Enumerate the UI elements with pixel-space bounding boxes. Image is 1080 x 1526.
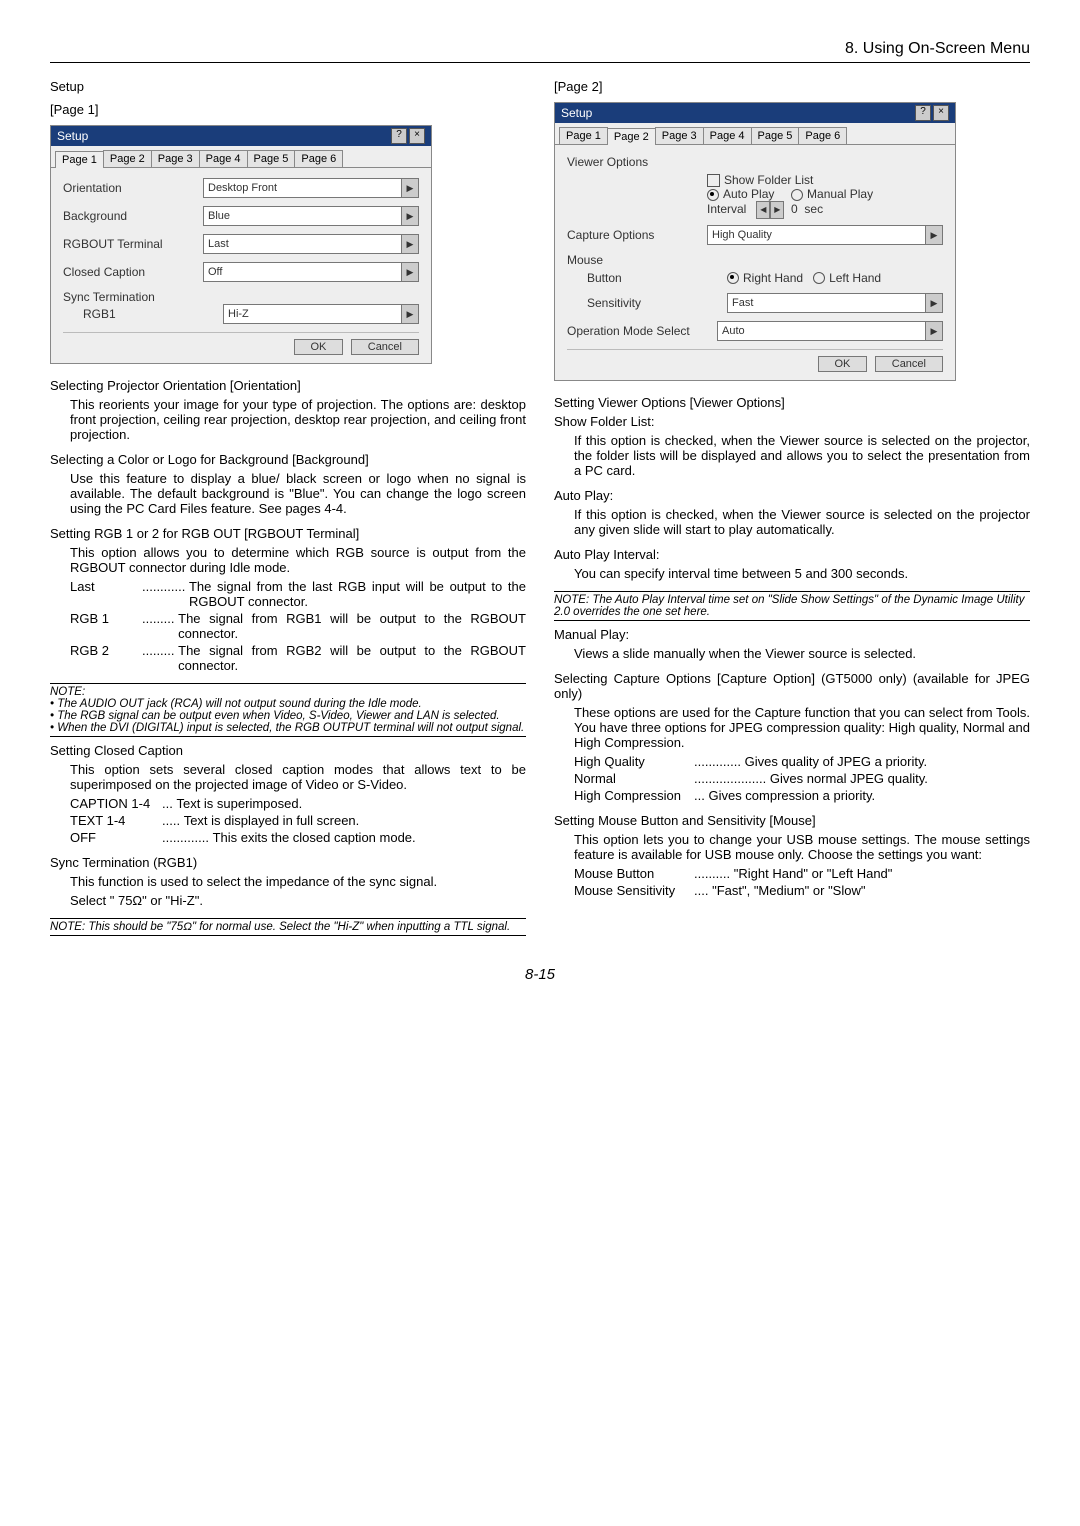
left-column: Setup [Page 1] Setup ? × Page 1 Page 2 P…: [50, 77, 526, 942]
rgbout-note: NOTE: • The AUDIO OUT jack (RCA) will no…: [50, 683, 526, 737]
dialog-title: Setup: [57, 129, 389, 143]
auto-play-radio[interactable]: [707, 189, 719, 201]
cc-body: This option sets several closed caption …: [50, 762, 526, 792]
mouse-body: This option lets you to change your USB …: [554, 832, 1030, 862]
tab-page3[interactable]: Page 3: [655, 127, 704, 144]
sync-note: NOTE: This should be "75Ω" for normal us…: [50, 918, 526, 936]
sensitivity-label: Sensitivity: [587, 296, 727, 310]
background-body: Use this feature to display a blue/ blac…: [50, 471, 526, 516]
rgbout-dropdown[interactable]: Last▶: [203, 234, 419, 254]
interval-spinner[interactable]: ◀▶: [756, 201, 784, 219]
mouse-label: Mouse: [567, 253, 943, 267]
dropdown-arrow-icon[interactable]: ▶: [925, 322, 942, 340]
background-dropdown[interactable]: Blue▶: [203, 206, 419, 226]
sync-body2: Select " 75Ω" or "Hi-Z".: [50, 893, 526, 908]
cc-head: Setting Closed Caption: [50, 743, 526, 758]
dropdown-arrow-icon[interactable]: ▶: [925, 226, 942, 244]
orientation-head: Selecting Projector Orientation [Orienta…: [50, 378, 526, 393]
tab-page6[interactable]: Page 6: [294, 150, 343, 167]
sync-dropdown[interactable]: Hi-Z▶: [223, 304, 419, 324]
cancel-button[interactable]: Cancel: [875, 356, 943, 372]
rgbout-head: Setting RGB 1 or 2 for RGB OUT [RGBOUT T…: [50, 526, 526, 541]
capture-label: Capture Options: [567, 228, 707, 242]
close-icon[interactable]: ×: [933, 105, 949, 121]
dropdown-arrow-icon[interactable]: ▶: [925, 294, 942, 312]
chapter-header: 8. Using On-Screen Menu: [50, 40, 1030, 63]
capture-body: These options are used for the Capture f…: [554, 705, 1030, 750]
sync-label: Sync Termination: [63, 290, 203, 304]
sensitivity-dropdown[interactable]: Fast▶: [727, 293, 943, 313]
manual-play-radio[interactable]: [791, 189, 803, 201]
api-note: NOTE: The Auto Play Interval time set on…: [554, 591, 1030, 621]
dropdown-arrow-icon[interactable]: ▶: [401, 263, 418, 281]
mouse-head: Setting Mouse Button and Sensitivity [Mo…: [554, 813, 1030, 828]
setup-title: Setup: [50, 79, 526, 94]
ap-head: Auto Play:: [554, 488, 1030, 503]
tab-page4[interactable]: Page 4: [703, 127, 752, 144]
sfl-body: If this option is checked, when the View…: [554, 433, 1030, 478]
sync-sub-label: RGB1: [83, 307, 223, 321]
background-head: Selecting a Color or Logo for Background…: [50, 452, 526, 467]
help-icon[interactable]: ?: [915, 105, 931, 121]
orientation-dropdown[interactable]: Desktop Front▶: [203, 178, 419, 198]
opmode-label: Operation Mode Select: [567, 324, 717, 338]
opmode-dropdown[interactable]: Auto▶: [717, 321, 943, 341]
sfl-head: Show Folder List:: [554, 414, 1030, 429]
caption-label: Closed Caption: [63, 265, 203, 279]
tab-page5[interactable]: Page 5: [751, 127, 800, 144]
setup-dialog-page1: Setup ? × Page 1 Page 2 Page 3 Page 4 Pa…: [50, 125, 432, 364]
tab-page1[interactable]: Page 1: [559, 127, 608, 144]
viewer-options-label: Viewer Options: [567, 155, 943, 169]
tab-page1[interactable]: Page 1: [55, 151, 104, 168]
rgbout-body: This option allows you to determine whic…: [50, 545, 526, 575]
sync-body1: This function is used to select the impe…: [50, 874, 526, 889]
mp-body: Views a slide manually when the Viewer s…: [554, 646, 1030, 661]
setup-dialog-page2: Setup ? × Page 1 Page 2 Page 3 Page 4 Pa…: [554, 102, 956, 381]
dropdown-arrow-icon[interactable]: ▶: [401, 207, 418, 225]
dropdown-arrow-icon[interactable]: ▶: [401, 179, 418, 197]
mp-head: Manual Play:: [554, 627, 1030, 642]
caption-dropdown[interactable]: Off▶: [203, 262, 419, 282]
tab-page5[interactable]: Page 5: [247, 150, 296, 167]
api-body: You can specify interval time between 5 …: [554, 566, 1030, 581]
sync-head: Sync Termination (RGB1): [50, 855, 526, 870]
viewer-head: Setting Viewer Options [Viewer Options]: [554, 395, 1030, 410]
tab-page4[interactable]: Page 4: [199, 150, 248, 167]
api-head: Auto Play Interval:: [554, 547, 1030, 562]
dropdown-arrow-icon[interactable]: ▶: [401, 235, 418, 253]
help-icon[interactable]: ?: [391, 128, 407, 144]
page-number: 8-15: [50, 966, 1030, 983]
rgbout-label: RGBOUT Terminal: [63, 237, 203, 251]
tab-page6[interactable]: Page 6: [798, 127, 847, 144]
tab-page3[interactable]: Page 3: [151, 150, 200, 167]
show-folder-checkbox[interactable]: [707, 174, 720, 187]
orientation-body: This reorients your image for your type …: [50, 397, 526, 442]
page1-label: [Page 1]: [50, 102, 526, 117]
orientation-label: Orientation: [63, 181, 203, 195]
close-icon[interactable]: ×: [409, 128, 425, 144]
dropdown-arrow-icon[interactable]: ▶: [401, 305, 418, 323]
cancel-button[interactable]: Cancel: [351, 339, 419, 355]
capture-head: Selecting Capture Options [Capture Optio…: [554, 671, 1030, 701]
ok-button[interactable]: OK: [818, 356, 868, 372]
ap-body: If this option is checked, when the View…: [554, 507, 1030, 537]
tab-page2[interactable]: Page 2: [103, 150, 152, 167]
ok-button[interactable]: OK: [294, 339, 344, 355]
dialog-title: Setup: [561, 106, 913, 120]
background-label: Background: [63, 209, 203, 223]
left-hand-radio[interactable]: [813, 272, 825, 284]
right-column: [Page 2] Setup ? × Page 1 Page 2 Page 3 …: [554, 77, 1030, 942]
capture-dropdown[interactable]: High Quality▶: [707, 225, 943, 245]
page2-label: [Page 2]: [554, 79, 1030, 94]
right-hand-radio[interactable]: [727, 272, 739, 284]
tab-strip: Page 1 Page 2 Page 3 Page 4 Page 5 Page …: [51, 146, 431, 168]
tab-page2[interactable]: Page 2: [607, 128, 656, 145]
button-label: Button: [587, 271, 727, 285]
